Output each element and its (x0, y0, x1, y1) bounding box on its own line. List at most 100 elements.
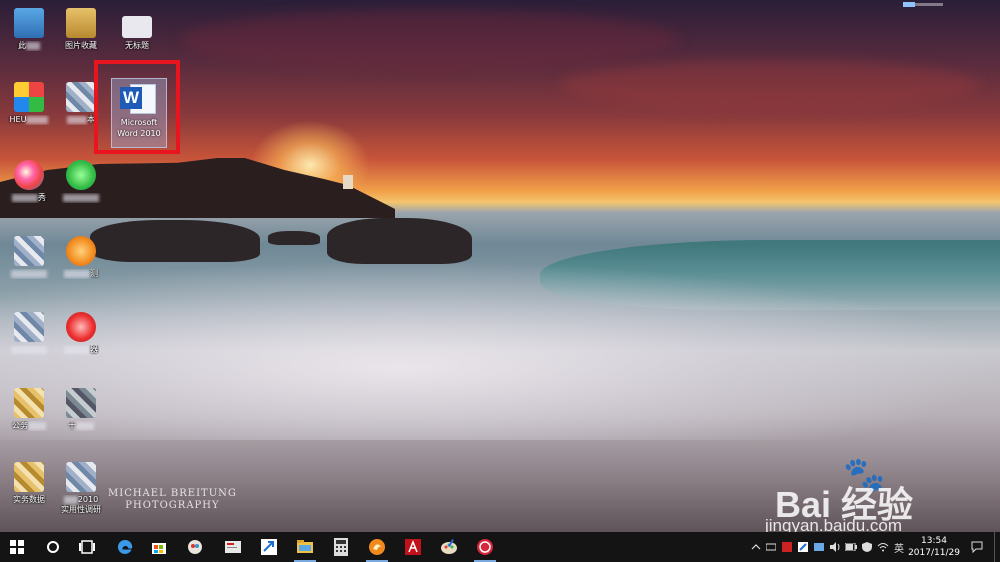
cortana-button[interactable] (38, 532, 68, 562)
tray-blue-app-icon (798, 542, 808, 552)
document-icon (66, 462, 96, 492)
calculator-button[interactable] (326, 532, 356, 562)
cloud (560, 60, 980, 110)
desktop-icon-label: 实用性调研 (61, 505, 101, 514)
photo-credit: MICHAEL BREITUNG PHOTOGRAPHY (108, 488, 237, 512)
tray-app-5[interactable] (860, 532, 874, 562)
app-icon (66, 388, 96, 418)
credit-line2: PHOTOGRAPHY (125, 500, 220, 511)
top-slider (903, 2, 943, 7)
baidu-url: jingyan.baidu.com (765, 516, 903, 532)
tray-app-1[interactable] (764, 532, 778, 562)
app-people-button[interactable] (180, 532, 210, 562)
desktop-icon-picture-collection[interactable]: 图片收藏 (50, 8, 112, 51)
ball-app-icon (14, 160, 44, 190)
clock-time: 13:54 (921, 536, 947, 546)
tray-battery[interactable] (844, 532, 858, 562)
tray-box-icon (814, 543, 824, 551)
start-button[interactable] (2, 532, 32, 562)
app-red-circle-icon (477, 539, 493, 555)
document-icon (122, 16, 152, 38)
heu-app-icon (14, 82, 44, 112)
taskbar-clock[interactable]: 13:54 2017/11/29 (906, 535, 962, 559)
desktop-icon-app-green[interactable] (50, 160, 112, 203)
credit-line1: MICHAEL BREITUNG (108, 488, 237, 499)
wifi-icon (877, 543, 889, 552)
show-desktop-button[interactable] (994, 532, 1000, 562)
file-explorer-button[interactable] (290, 532, 320, 562)
file-explorer-icon (297, 540, 313, 553)
app-card-icon (225, 541, 241, 553)
battery-icon (845, 543, 857, 551)
desktop-icon-label: 2010 (77, 495, 99, 504)
tray-show-hidden[interactable] (750, 532, 762, 562)
acrobat-icon (405, 539, 421, 555)
desktop-icon-label: HEU (9, 115, 27, 124)
app-card-button[interactable] (218, 532, 248, 562)
store-icon (152, 543, 166, 554)
desktop-icon-label: 器 (90, 345, 98, 354)
desktop-icon-untitled[interactable]: 无标题 (106, 8, 168, 51)
edge-button[interactable] (110, 532, 140, 562)
app-fire-button[interactable] (362, 532, 392, 562)
computer-icon (14, 8, 44, 38)
app-red-circle-button[interactable] (470, 532, 500, 562)
desktop-icon-label: 十 (68, 421, 76, 430)
tray-ime[interactable]: 英 (892, 532, 906, 562)
app-arrow-icon (261, 539, 277, 555)
chevron-up-icon (751, 544, 761, 550)
app-arrow-button[interactable] (254, 532, 284, 562)
tray-volume[interactable] (828, 532, 842, 562)
notification-icon (971, 541, 983, 553)
desktop-icon-app-ten[interactable]: 十 (50, 388, 112, 431)
rock (268, 231, 320, 245)
rock (327, 218, 472, 264)
highlight-box (94, 60, 180, 154)
tray-app-3[interactable] (796, 532, 810, 562)
cortana-icon (47, 541, 59, 553)
desktop-icon-label: 无标题 (125, 41, 149, 50)
orange-app-icon (66, 236, 96, 266)
speaker-icon (829, 542, 839, 552)
desktop-icon-label: 图片收藏 (65, 41, 97, 50)
lighthouse (343, 175, 353, 189)
green-app-icon (66, 160, 96, 190)
document-icon (66, 82, 96, 112)
calculator-icon (334, 538, 348, 556)
folder-icon (66, 8, 96, 38)
surf (0, 260, 1000, 440)
edge-icon (117, 539, 133, 554)
desktop-icon-label: 秀 (38, 193, 46, 202)
clock-date: 2017/11/29 (908, 548, 960, 558)
tray-red-app-icon (782, 542, 792, 552)
start-icon (10, 540, 24, 554)
action-center-button[interactable] (966, 532, 988, 562)
rock (90, 220, 260, 262)
store-button[interactable] (144, 532, 174, 562)
red-app-icon (66, 312, 96, 342)
app-people-icon (188, 540, 202, 554)
paint-button[interactable] (434, 532, 464, 562)
app-fire-icon (369, 539, 385, 555)
desktop-icon-label: 此 (18, 41, 26, 50)
folder-icon (14, 462, 44, 492)
task-view-button[interactable] (72, 532, 102, 562)
desktop-icon-label: 公务 (12, 421, 28, 430)
folder-icon (14, 388, 44, 418)
desktop-icon-label: 测 (90, 269, 98, 278)
paint-icon (441, 539, 457, 554)
document-icon (14, 312, 44, 342)
acrobat-button[interactable] (398, 532, 428, 562)
tray-app-4[interactable] (812, 532, 826, 562)
desktop-icon-app-2010[interactable]: 2010 实用性调研 (50, 462, 112, 515)
desktop-icon-app-orange[interactable]: 测 (50, 236, 112, 279)
tray-network[interactable] (876, 532, 890, 562)
tray-app-2[interactable] (780, 532, 794, 562)
desktop-icon-app-red[interactable]: 器 (50, 312, 112, 355)
task-view-icon (79, 540, 95, 554)
slider-thumb (903, 2, 915, 7)
file-icon (14, 236, 44, 266)
tray-keyboard-icon (766, 543, 776, 551)
cloud (180, 10, 680, 70)
taskbar: 英 13:54 2017/11/29 (0, 532, 1000, 562)
